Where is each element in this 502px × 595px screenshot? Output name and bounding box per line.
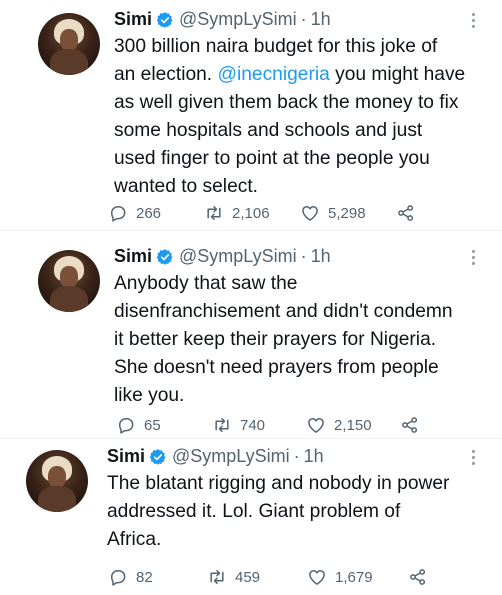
like-count: 1,679 — [335, 568, 373, 586]
verified-badge-icon — [156, 11, 174, 29]
tweet-actions: 266 2,106 5,298 — [108, 202, 428, 224]
tweet[interactable]: Simi @SympLySimi · 1h Anybody that saw t… — [0, 231, 502, 439]
separator: · — [293, 446, 300, 466]
retweet-count: 2,106 — [232, 204, 270, 222]
reply-count: 65 — [144, 416, 161, 434]
share-icon — [398, 205, 414, 221]
author-name[interactable]: Simi — [114, 9, 152, 30]
heart-icon — [309, 570, 325, 585]
retweet-button[interactable]: 740 — [212, 414, 265, 436]
more-icon[interactable] — [470, 250, 476, 265]
author-handle[interactable]: @SympLySimi — [172, 446, 290, 467]
author-handle[interactable]: @SympLySimi — [179, 9, 297, 30]
retweet-button[interactable]: 2,106 — [204, 202, 270, 224]
author-handle[interactable]: @SympLySimi — [179, 246, 297, 267]
heart-icon — [302, 206, 318, 221]
like-button[interactable]: 5,298 — [300, 202, 366, 224]
retweet-icon — [210, 570, 224, 584]
avatar[interactable] — [38, 250, 100, 312]
share-icon — [410, 569, 426, 585]
reply-button[interactable]: 65 — [116, 414, 161, 436]
heart-icon — [308, 418, 324, 433]
tweet-text: Anybody that saw the disenfranchisement … — [114, 273, 453, 406]
more-icon[interactable] — [470, 13, 476, 28]
separator: · — [300, 246, 307, 266]
reply-icon — [119, 418, 134, 434]
retweet-icon — [215, 418, 229, 432]
reply-count: 266 — [136, 204, 162, 222]
timestamp[interactable]: 1h — [311, 9, 331, 30]
author-name[interactable]: Simi — [114, 246, 152, 267]
avatar[interactable] — [38, 13, 100, 75]
tweet-text: The blatant rigging and nobody in power … — [107, 473, 450, 550]
reply-icon — [111, 570, 126, 586]
retweet-count: 459 — [235, 568, 261, 586]
tweet-header: Simi @SympLySimi · 1h — [114, 9, 331, 30]
share-button[interactable] — [396, 202, 416, 224]
like-button[interactable]: 2,150 — [306, 414, 372, 436]
tweet[interactable]: Simi @SympLySimi · 1h 300 billion naira … — [0, 0, 502, 231]
reply-button[interactable]: 266 — [108, 202, 161, 224]
verified-badge-icon — [149, 448, 167, 466]
retweet-button[interactable]: 459 — [207, 566, 260, 588]
tweet-actions: 65 740 2,150 — [116, 414, 436, 436]
tweet[interactable]: Simi @SympLySimi · 1h The blatant riggin… — [0, 439, 502, 595]
like-count: 5,298 — [328, 204, 366, 222]
tweet-header: Simi @SympLySimi · 1h — [114, 246, 331, 267]
avatar[interactable] — [26, 450, 88, 512]
share-icon — [402, 417, 418, 433]
timestamp[interactable]: 1h — [304, 446, 324, 467]
author-name[interactable]: Simi — [107, 446, 145, 467]
like-count: 2,150 — [334, 416, 372, 434]
tweet-header: Simi @SympLySimi · 1h — [107, 446, 324, 467]
share-button[interactable] — [408, 566, 428, 588]
timestamp[interactable]: 1h — [311, 246, 331, 267]
tweet-actions: 82 459 1,679 — [108, 566, 438, 588]
like-button[interactable]: 1,679 — [307, 566, 373, 588]
separator: · — [300, 9, 307, 29]
reply-icon — [111, 206, 126, 222]
mention-link[interactable]: @inecnigeria — [217, 64, 329, 85]
retweet-icon — [207, 206, 221, 220]
reply-count: 82 — [136, 568, 153, 586]
retweet-count: 740 — [240, 416, 266, 434]
tweet-text: 300 billion naira budget for this joke o… — [114, 33, 465, 201]
more-icon[interactable] — [470, 450, 476, 465]
share-button[interactable] — [400, 414, 420, 436]
verified-badge-icon — [156, 248, 174, 266]
reply-button[interactable]: 82 — [108, 566, 153, 588]
